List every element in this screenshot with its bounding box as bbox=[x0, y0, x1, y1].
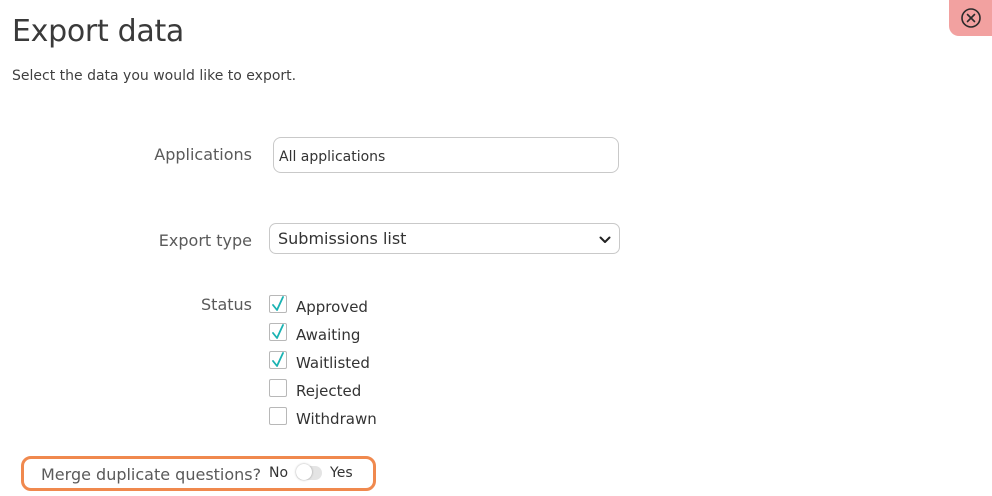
export-type-label: Export type bbox=[158, 231, 252, 250]
status-item-waitlisted[interactable]: Waitlisted bbox=[269, 349, 377, 377]
checkmark-icon bbox=[272, 296, 284, 311]
merge-toggle-group: No Yes bbox=[269, 464, 353, 481]
status-checkbox[interactable] bbox=[269, 351, 287, 369]
status-item-label: Rejected bbox=[296, 382, 362, 400]
status-checkbox-list: Approved Awaiting Waitlisted Rejected Withdr… bbox=[269, 293, 377, 433]
toggle-on-label: Yes bbox=[330, 465, 353, 481]
merge-duplicates-row: Merge duplicate questions? No Yes bbox=[21, 456, 376, 491]
close-button[interactable] bbox=[949, 0, 992, 36]
status-item-label: Awaiting bbox=[296, 326, 361, 344]
merge-duplicates-toggle[interactable] bbox=[296, 464, 323, 480]
status-item-label: Withdrawn bbox=[296, 410, 377, 428]
applications-input[interactable] bbox=[273, 137, 619, 173]
checkmark-icon bbox=[272, 352, 284, 367]
page-title: Export data bbox=[12, 14, 185, 49]
merge-duplicates-label: Merge duplicate questions? bbox=[41, 465, 262, 484]
export-type-value: Submissions list bbox=[278, 229, 407, 248]
status-item-label: Waitlisted bbox=[296, 354, 370, 372]
page-subtitle: Select the data you would like to export… bbox=[12, 68, 297, 84]
toggle-off-label: No bbox=[269, 465, 289, 481]
status-item-withdrawn[interactable]: Withdrawn bbox=[269, 405, 377, 433]
status-item-awaiting[interactable]: Awaiting bbox=[269, 321, 377, 349]
status-item-approved[interactable]: Approved bbox=[269, 293, 377, 321]
status-checkbox[interactable] bbox=[269, 407, 287, 425]
status-item-label: Approved bbox=[296, 298, 368, 316]
checkmark-icon bbox=[272, 324, 284, 339]
toggle-knob bbox=[296, 464, 313, 480]
status-checkbox[interactable] bbox=[269, 295, 287, 313]
status-label: Status bbox=[201, 295, 252, 314]
status-checkbox[interactable] bbox=[269, 323, 287, 341]
chevron-down-icon bbox=[599, 229, 611, 248]
status-item-rejected[interactable]: Rejected bbox=[269, 377, 377, 405]
status-checkbox[interactable] bbox=[269, 379, 287, 397]
close-circle-icon bbox=[960, 7, 982, 29]
export-type-select[interactable]: Submissions list bbox=[269, 223, 620, 254]
applications-label: Applications bbox=[154, 145, 252, 164]
